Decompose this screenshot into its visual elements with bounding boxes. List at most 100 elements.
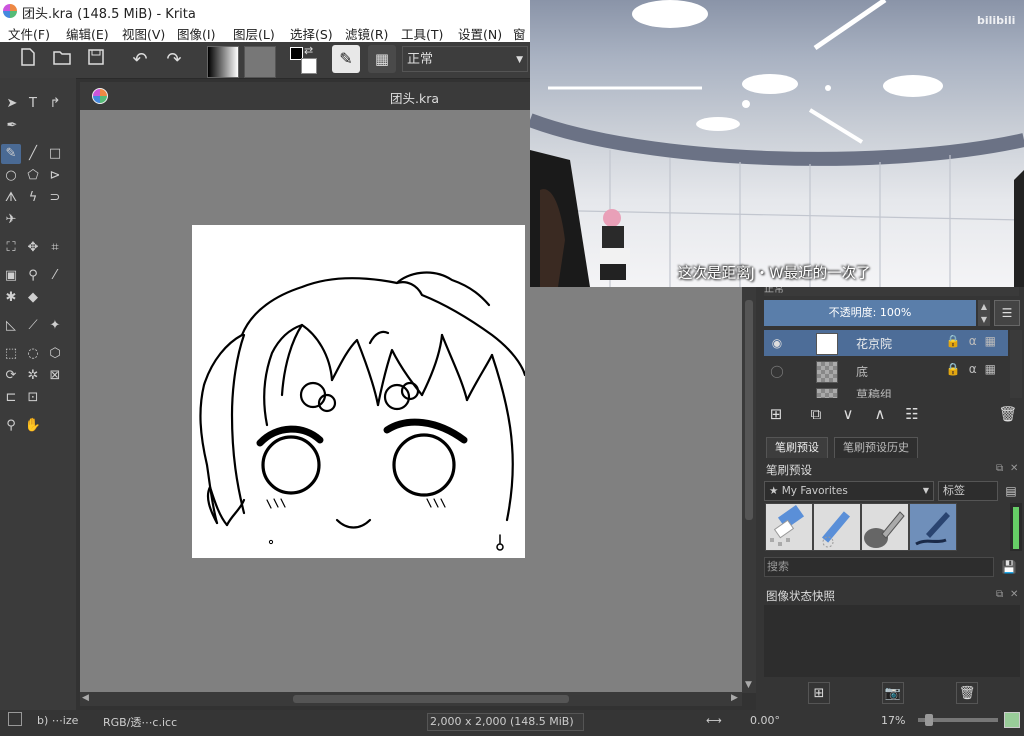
opacity-spin-buttons[interactable]: ▲ ▼ <box>978 300 990 326</box>
similar-select-tool-icon[interactable]: ⊠ <box>45 366 65 386</box>
snapshot-list[interactable] <box>764 605 1020 677</box>
layer-row[interactable]: 草稿组 <box>764 386 1008 398</box>
scroll-down-icon[interactable]: ▼ <box>745 680 752 690</box>
menu-edit[interactable]: 编辑(E) <box>66 24 109 43</box>
save-icon[interactable]: 💾 <box>998 557 1020 577</box>
scroll-right-icon[interactable]: ▶ <box>731 693 738 703</box>
ellipse-tool-icon[interactable]: ○ <box>1 166 21 186</box>
gradient-tool-icon[interactable]: ▣ <box>1 266 21 286</box>
video-overlay[interactable] <box>530 0 1024 287</box>
freehand-brush-tool-icon[interactable]: ✎ <box>1 144 21 164</box>
tag-select[interactable]: 标签 <box>938 481 998 501</box>
layer-row[interactable]: ◯ 底 🔒α▦ <box>764 358 1008 384</box>
bezier-tool-icon[interactable]: ᗑ <box>1 188 21 208</box>
menu-image[interactable]: 图像(I) <box>177 24 215 43</box>
move-layer-down-icon[interactable]: ∨ <box>836 402 860 426</box>
float-docker-icon[interactable]: ⧉ <box>996 463 1003 474</box>
brush-presets-button[interactable]: ▦ <box>368 45 396 73</box>
layer-list-scrollbar[interactable] <box>1010 330 1022 398</box>
line-tool-icon[interactable]: ╱ <box>23 144 43 164</box>
background-color-swatch[interactable] <box>301 58 317 74</box>
brush-preset-pencil[interactable] <box>813 503 861 551</box>
pan-tool-icon[interactable]: ✋ <box>23 416 43 436</box>
move-tool-icon[interactable]: ✥ <box>23 238 43 258</box>
tab-document[interactable]: 团头.kra <box>390 88 439 107</box>
colorize-mask-tool-icon[interactable]: ✱ <box>1 288 21 308</box>
brush-preset-ink-selected[interactable] <box>909 503 957 551</box>
menu-filter[interactable]: 滤镜(R) <box>345 24 388 43</box>
polygon-select-tool-icon[interactable]: ⬡ <box>45 344 65 364</box>
contiguous-select-tool-icon[interactable]: ✲ <box>23 366 43 386</box>
move-layer-up-icon[interactable]: ∧ <box>868 402 892 426</box>
redo-icon[interactable]: ↷ <box>162 48 186 72</box>
swap-colors-icon[interactable]: ⇄ <box>304 44 313 57</box>
blend-mode-select[interactable]: 正常 ▼ <box>402 46 528 72</box>
assistant-tool-icon[interactable]: ◺ <box>1 316 21 336</box>
layer-opacity-slider[interactable]: 不透明度: 100% <box>764 300 976 326</box>
polygon-tool-icon[interactable]: ⬠ <box>23 166 43 186</box>
smart-patch-tool-icon[interactable]: ⁄ <box>45 266 65 286</box>
rect-select-tool-icon[interactable]: ⬚ <box>1 344 21 364</box>
scroll-left-icon[interactable]: ◀ <box>82 693 89 703</box>
preset-search-input[interactable]: 搜索 <box>764 557 994 577</box>
save-icon[interactable] <box>84 48 108 72</box>
brush-preset-eraser[interactable] <box>765 503 813 551</box>
menu-tools[interactable]: 工具(T) <box>401 24 443 43</box>
camera-icon[interactable]: 📷 <box>882 682 904 704</box>
canvas-drawing[interactable] <box>192 225 525 558</box>
layer-properties-button[interactable]: ☰ <box>994 300 1020 326</box>
tab-brush-presets[interactable]: 笔刷预设 <box>766 437 828 458</box>
layer-settings-icon[interactable]: ☷ <box>900 402 924 426</box>
layer-blend-mode-select[interactable]: 正常 <box>764 286 1019 296</box>
transform-tool-icon[interactable]: ⌗ <box>45 238 65 258</box>
float-docker-icon[interactable]: ⧉ <box>996 589 1003 600</box>
menu-select[interactable]: 选择(S) <box>290 24 333 43</box>
layer-flags[interactable]: 🔒α▦ <box>946 334 1004 348</box>
vertical-scroll-thumb[interactable] <box>745 300 753 520</box>
select-shape-tool-icon[interactable]: ➤ <box>2 94 22 114</box>
dynamic-brush-tool-icon[interactable]: ⊃ <box>45 188 65 208</box>
layer-flags[interactable]: 🔒α▦ <box>946 362 1004 376</box>
menu-settings[interactable]: 设置(N) <box>458 24 502 43</box>
brush-status-icon[interactable] <box>8 712 22 726</box>
bezier-select-tool-icon[interactable]: ⊏ <box>1 388 21 408</box>
canvas-only-icon[interactable] <box>1004 712 1020 728</box>
pattern-swatch[interactable] <box>244 46 276 78</box>
delete-snapshot-icon[interactable]: 🗑 <box>956 682 978 704</box>
zoom-tool-icon[interactable]: ⚲ <box>1 416 21 436</box>
tab-brush-preset-history[interactable]: 笔刷预设历史 <box>834 437 918 458</box>
rectangle-tool-icon[interactable]: □ <box>45 144 65 164</box>
text-tool-icon[interactable]: T <box>23 94 43 114</box>
menu-layer[interactable]: 图层(L) <box>233 24 275 43</box>
close-docker-icon[interactable]: ✕ <box>1010 463 1018 474</box>
preset-scroll-thumb[interactable] <box>1013 507 1019 549</box>
freehand-path-tool-icon[interactable]: ϟ <box>23 188 43 208</box>
delete-layer-icon[interactable]: 🗑 <box>996 402 1020 426</box>
eye-icon[interactable]: ◉ <box>768 334 786 352</box>
close-docker-icon[interactable]: ✕ <box>1010 589 1018 600</box>
zoom-slider-thumb[interactable] <box>925 714 933 726</box>
rotation-icon[interactable]: ⟷ <box>706 714 722 727</box>
multibrush-tool-icon[interactable]: ✈ <box>1 210 21 230</box>
eye-closed-icon[interactable]: ◯ <box>768 362 786 380</box>
duplicate-layer-icon[interactable]: ⧉ <box>804 402 828 426</box>
freehand-select-tool-icon[interactable]: ⟳ <box>1 366 21 386</box>
preset-view-icon[interactable]: ▤ <box>1002 481 1020 501</box>
add-snapshot-icon[interactable]: ⊞ <box>808 682 830 704</box>
reference-tool-icon[interactable]: ✦ <box>45 316 65 336</box>
undo-icon[interactable]: ↶ <box>128 48 152 72</box>
edit-shape-tool-icon[interactable]: ↱ <box>45 94 65 114</box>
menu-file[interactable]: 文件(F) <box>8 24 50 43</box>
add-layer-icon[interactable]: ⊞ <box>764 402 788 426</box>
measure-tool-icon[interactable]: ⟋ <box>23 316 43 336</box>
brush-preset-ink-pen[interactable] <box>861 503 909 551</box>
brush-editor-button[interactable]: ✎ <box>332 45 360 73</box>
new-document-icon[interactable] <box>16 48 40 72</box>
crop-tool-icon[interactable]: ⛶ <box>1 238 21 258</box>
preset-filter-select[interactable]: ★ My Favorites ▼ <box>764 481 934 501</box>
layer-row[interactable]: ◉ 花京院 🔒α▦ <box>764 330 1008 356</box>
color-picker-tool-icon[interactable]: ⚲ <box>23 266 43 286</box>
open-document-icon[interactable] <box>50 48 74 72</box>
fill-tool-icon[interactable]: ◆ <box>23 288 43 308</box>
polyline-tool-icon[interactable]: ⊳ <box>45 166 65 186</box>
